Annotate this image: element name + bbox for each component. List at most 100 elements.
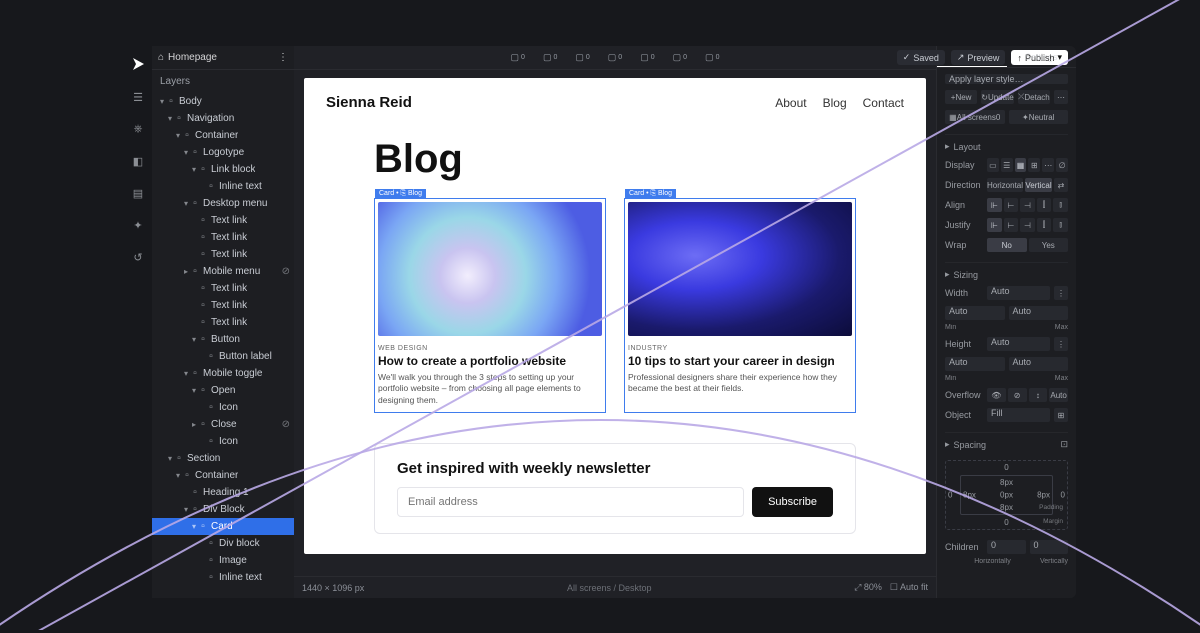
card-heading: 10 tips to start your career in design (625, 354, 855, 372)
apply-style-input[interactable]: Apply layer style… (945, 74, 1068, 84)
breakpoint-label[interactable]: All screens / Desktop (374, 583, 844, 593)
children-v[interactable]: 0 (1030, 540, 1069, 554)
layer-node[interactable]: ▫Icon (152, 399, 294, 416)
layer-node[interactable]: ▾▫Card (152, 518, 294, 535)
layer-node[interactable]: ▫Text link (152, 212, 294, 229)
children-h[interactable]: 0 (987, 540, 1026, 554)
layer-node[interactable]: ▸▫Close⊘ (152, 416, 294, 433)
layer-node[interactable]: ▫Icon (152, 433, 294, 450)
layer-node[interactable]: ▾▫Link block (152, 161, 294, 178)
overflow-options[interactable]: 👁⊘↕Auto (987, 388, 1068, 402)
layer-node[interactable]: ▫Text link (152, 246, 294, 263)
layer-node[interactable]: ▾▫Container (152, 127, 294, 144)
site-nav: Sienna Reid About Blog Contact (304, 78, 926, 119)
height-input[interactable]: Auto (987, 337, 1050, 351)
tab-settings[interactable]: Settings (1007, 46, 1077, 67)
toolbar-tool[interactable]: ▢ 0 (604, 50, 626, 65)
card-category: WEB DESIGN (375, 339, 605, 354)
nav-link[interactable]: Blog (823, 96, 847, 110)
layer-node[interactable]: ▸▫Mobile menu⊘ (152, 263, 294, 280)
justify-options[interactable]: ⊩⊢⊣⫿⫾ (987, 218, 1068, 232)
width-max[interactable]: Auto (1009, 306, 1069, 320)
layer-node[interactable]: ▾▫Button (152, 331, 294, 348)
card-image (628, 202, 852, 336)
layer-node[interactable]: ▫Text link (152, 297, 294, 314)
history-rail-icon[interactable]: ↺ (131, 250, 145, 264)
layer-node[interactable]: ▫Inline text (152, 178, 294, 195)
card[interactable]: Card • ⎘ Blog WEB DESIGN How to create a… (374, 198, 606, 413)
direction-options[interactable]: Horizontal Vertical ⇄ (987, 178, 1068, 192)
breadcrumb-menu-icon[interactable]: ⋮ (278, 52, 288, 63)
style-menu-icon[interactable]: ⋯ (1054, 90, 1068, 104)
layer-node[interactable]: ▫Button label (152, 348, 294, 365)
align-options[interactable]: ⊩⊢⊣⫿⫾ (987, 198, 1068, 212)
card-image (378, 202, 602, 336)
home-icon: ⌂ (158, 52, 164, 63)
spacing-diagram[interactable]: 0 0 0 0 8px 8px 8px 8px 0px Padding Marg… (945, 460, 1068, 530)
object-fit[interactable]: Fill (987, 408, 1050, 422)
layer-node[interactable]: ▾▫Container (152, 467, 294, 484)
design-panel: Design Settings Apply layer style… + New… (936, 46, 1076, 598)
width-input[interactable]: Auto (987, 286, 1050, 300)
layer-node[interactable]: ▾▫Logotype (152, 144, 294, 161)
layer-node[interactable]: ▫Inline text (152, 569, 294, 586)
layer-node[interactable]: ▾▫Open (152, 382, 294, 399)
zoom-level[interactable]: ⤢ 80% (854, 582, 882, 593)
page-title: Blog (304, 119, 926, 188)
card[interactable]: Card • ⎘ Blog INDUSTRY 10 tips to start … (624, 198, 856, 413)
breadcrumb[interactable]: ⌂ Homepage ⋮ (152, 46, 294, 70)
email-field[interactable] (397, 487, 744, 517)
layer-node[interactable]: ▾▫Desktop menu (152, 195, 294, 212)
settings-rail-icon[interactable]: ✦ (131, 218, 145, 232)
toolbar-tool[interactable]: ▢ 0 (571, 50, 593, 65)
nav-link[interactable]: Contact (863, 96, 904, 110)
toolbar-tool[interactable]: ▢ 0 (701, 50, 723, 65)
selection-badge: Card • ⎘ Blog (375, 189, 426, 199)
layer-node[interactable]: ▫Heading 1 (152, 484, 294, 501)
components-rail-icon[interactable]: ◧ (131, 154, 145, 168)
preview-button[interactable]: ↗ Preview (951, 50, 1006, 65)
autofit-toggle[interactable]: ☐ Auto fit (890, 582, 928, 593)
layer-node[interactable]: ▾▫Mobile toggle (152, 365, 294, 382)
height-max[interactable]: Auto (1009, 357, 1069, 371)
wrap-options[interactable]: No Yes (987, 238, 1068, 252)
subscribe-button[interactable]: Subscribe (752, 487, 833, 517)
layer-node[interactable]: ▾▫Div Block (152, 501, 294, 518)
screens-selector[interactable]: ▦ All screens 0 (945, 110, 1005, 124)
layer-tree[interactable]: ▾▫Body▾▫Navigation▾▫Container▾▫Logotype▾… (152, 93, 294, 598)
height-min[interactable]: Auto (945, 357, 1005, 371)
display-options[interactable]: ▭☰▦⊞⋯∅ (987, 158, 1068, 172)
sidebar-rail: ☰ ⎈ ◧ ▤ ✦ ↺ (124, 46, 152, 598)
center-column: ▢ 0▢ 0▢ 0▢ 0▢ 0▢ 0▢ 0 ↶ ↷ ✓ Saved ↗ Prev… (294, 46, 936, 598)
update-style-button[interactable]: ↻ Update (981, 90, 1014, 104)
logotype[interactable]: Sienna Reid (326, 94, 412, 111)
assets-rail-icon[interactable]: ⎈ (131, 122, 145, 136)
layer-node[interactable]: ▫Div block (152, 535, 294, 552)
layer-node[interactable]: ▫Text link (152, 314, 294, 331)
layer-node[interactable]: ▫Text link (152, 280, 294, 297)
toolbar-tool[interactable]: ▢ 0 (507, 50, 529, 65)
canvas[interactable]: Sienna Reid About Blog Contact Blog Card •… (304, 78, 926, 554)
toolbar-tool[interactable]: ▢ 0 (669, 50, 691, 65)
toolbar-tool[interactable]: ▢ 0 (636, 50, 658, 65)
canvas-wrapper[interactable]: Sienna Reid About Blog Contact Blog Card •… (294, 70, 936, 576)
state-selector[interactable]: ✦ Neutral (1009, 110, 1069, 124)
layers-rail-icon[interactable]: ☰ (131, 90, 145, 104)
cards-row: Card • ⎘ Blog WEB DESIGN How to create a… (304, 188, 926, 423)
layer-node[interactable]: ▾▫Navigation (152, 110, 294, 127)
layer-node[interactable]: ▾▫Body (152, 93, 294, 110)
toolbar-tool[interactable]: ▢ 0 (539, 50, 561, 65)
section-spacing: ▸ Spacing ⊡ (945, 432, 1068, 450)
detach-style-button[interactable]: ⤫ Detach (1018, 90, 1050, 104)
layer-node[interactable]: ▫Image (152, 552, 294, 569)
layer-node[interactable]: ▾▫Section (152, 450, 294, 467)
layer-node[interactable]: ▫Text link (152, 229, 294, 246)
newsletter: Get inspired with weekly newsletter Subs… (374, 443, 856, 534)
app-logo-icon[interactable] (130, 56, 146, 72)
canvas-dimensions: 1440 × 1096 px (302, 583, 364, 593)
nav-link[interactable]: About (775, 96, 806, 110)
card-category: INDUSTRY (625, 339, 855, 354)
new-style-button[interactable]: + New (945, 90, 977, 104)
pages-rail-icon[interactable]: ▤ (131, 186, 145, 200)
width-min[interactable]: Auto (945, 306, 1005, 320)
